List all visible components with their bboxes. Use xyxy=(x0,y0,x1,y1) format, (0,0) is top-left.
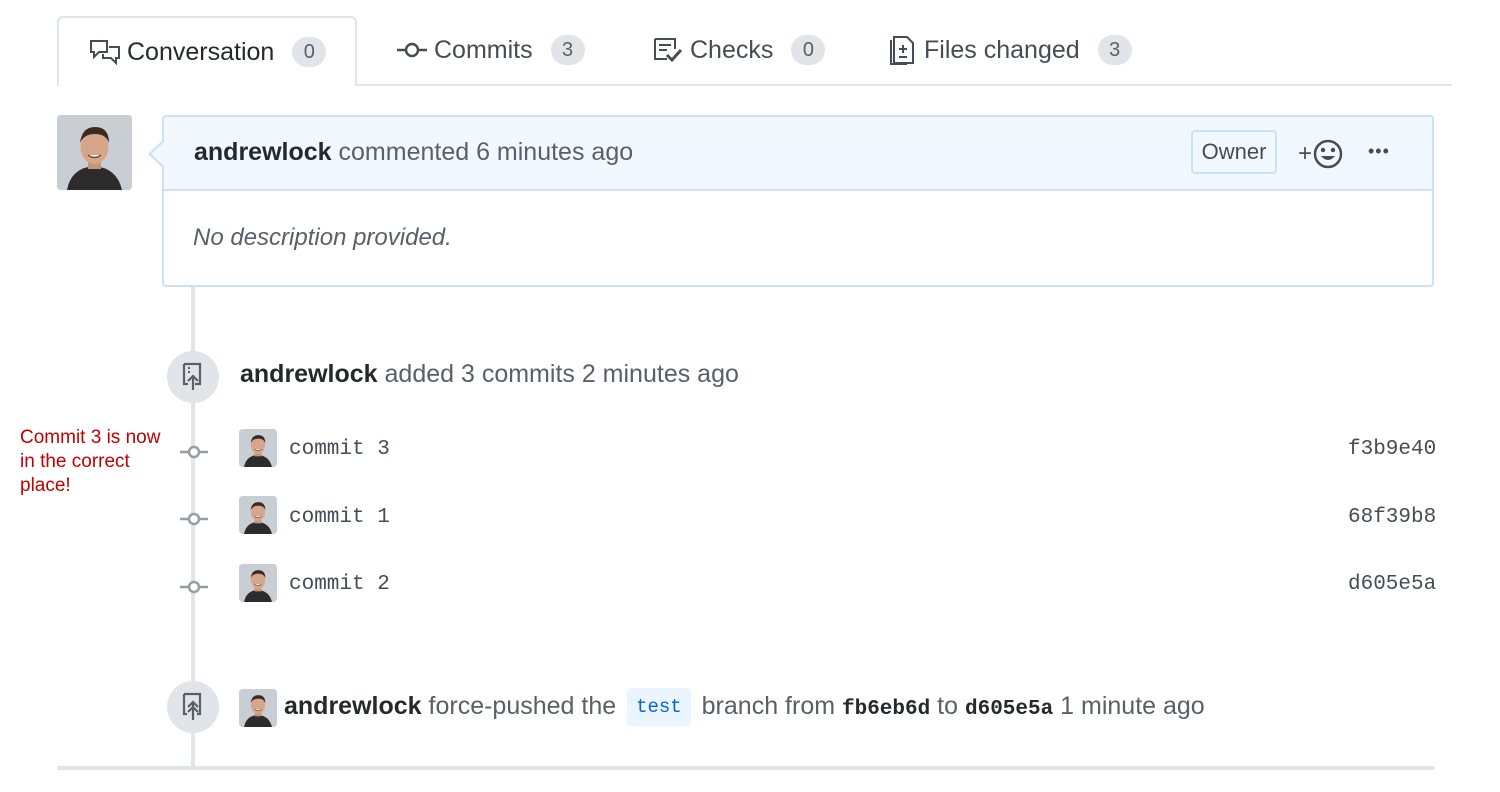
tab-label: Files changed xyxy=(924,35,1080,64)
commit-message[interactable]: commit 1 xyxy=(289,506,390,529)
force-push-branch-from: branch from xyxy=(701,692,836,720)
to-sha[interactable]: d605e5a xyxy=(965,698,1053,721)
git-commit-icon xyxy=(180,512,208,526)
comment-action: commented 6 minutes ago xyxy=(338,138,634,166)
commits-event-text: andrewlock added 3 commits 2 minutes ago xyxy=(240,360,739,389)
tab-files-changed[interactable]: Files changed 3 xyxy=(886,16,1132,84)
smiley-icon xyxy=(1312,138,1344,170)
tab-counter: 3 xyxy=(1097,35,1132,65)
owner-badge: Owner xyxy=(1191,130,1277,174)
commit-avatar[interactable] xyxy=(239,429,277,467)
commit-sha[interactable]: f3b9e40 xyxy=(1348,438,1436,461)
repo-force-push-icon xyxy=(181,692,205,722)
force-push-text: andrewlock force-pushed the test branch … xyxy=(284,686,1205,727)
commit-sha[interactable]: d605e5a xyxy=(1348,573,1436,596)
git-commit-icon xyxy=(396,35,428,65)
comment-header-text: andrewlock commented 6 minutes ago xyxy=(194,138,633,167)
git-commit-icon xyxy=(180,445,208,459)
commit-message[interactable]: commit 3 xyxy=(289,438,390,461)
event-action: added 3 commits 2 minutes ago xyxy=(384,360,739,388)
annotation-note: Commit 3 is now in the correct place! xyxy=(20,427,161,496)
more-options-button[interactable]: ••• xyxy=(1368,141,1390,162)
tab-counter: 0 xyxy=(791,35,826,65)
comment-author[interactable]: andrewlock xyxy=(194,138,332,166)
commit-message[interactable]: commit 2 xyxy=(289,573,390,596)
from-sha[interactable]: fb6eb6d xyxy=(842,698,930,721)
git-commit-icon xyxy=(180,580,208,594)
avatar[interactable] xyxy=(57,115,132,190)
commit-sha[interactable]: 68f39b8 xyxy=(1348,506,1436,529)
event-author[interactable]: andrewlock xyxy=(284,692,422,720)
checklist-icon xyxy=(652,35,684,65)
push-badge xyxy=(167,351,219,403)
tab-label: Checks xyxy=(690,35,774,64)
tab-checks[interactable]: Checks 0 xyxy=(652,16,826,84)
plus-label: + xyxy=(1298,140,1313,167)
tab-commits[interactable]: Commits 3 xyxy=(396,16,585,84)
comment-caret-fill xyxy=(151,142,164,166)
force-push-action: force-pushed the xyxy=(428,692,617,720)
tab-label: Commits xyxy=(434,35,533,64)
comment-discussion-icon xyxy=(89,37,121,67)
force-push-time: 1 minute ago xyxy=(1060,692,1205,720)
commit-avatar[interactable] xyxy=(239,564,277,602)
add-reaction-button[interactable]: + xyxy=(1298,138,1344,170)
tab-counter: 3 xyxy=(550,35,585,65)
tab-counter: 0 xyxy=(292,37,327,67)
comment-body: No description provided. xyxy=(193,224,452,251)
force-push-to: to xyxy=(937,692,959,720)
force-push-badge xyxy=(167,681,219,733)
tab-conversation[interactable]: Conversation 0 xyxy=(57,16,357,86)
force-push-avatar[interactable] xyxy=(239,689,277,727)
branch-name[interactable]: test xyxy=(627,688,691,727)
repo-push-icon xyxy=(181,362,205,392)
event-author[interactable]: andrewlock xyxy=(240,360,378,388)
tab-label: Conversation xyxy=(127,37,275,66)
diff-icon xyxy=(886,35,918,65)
timeline-end-divider xyxy=(57,766,1434,770)
commit-avatar[interactable] xyxy=(239,496,277,534)
